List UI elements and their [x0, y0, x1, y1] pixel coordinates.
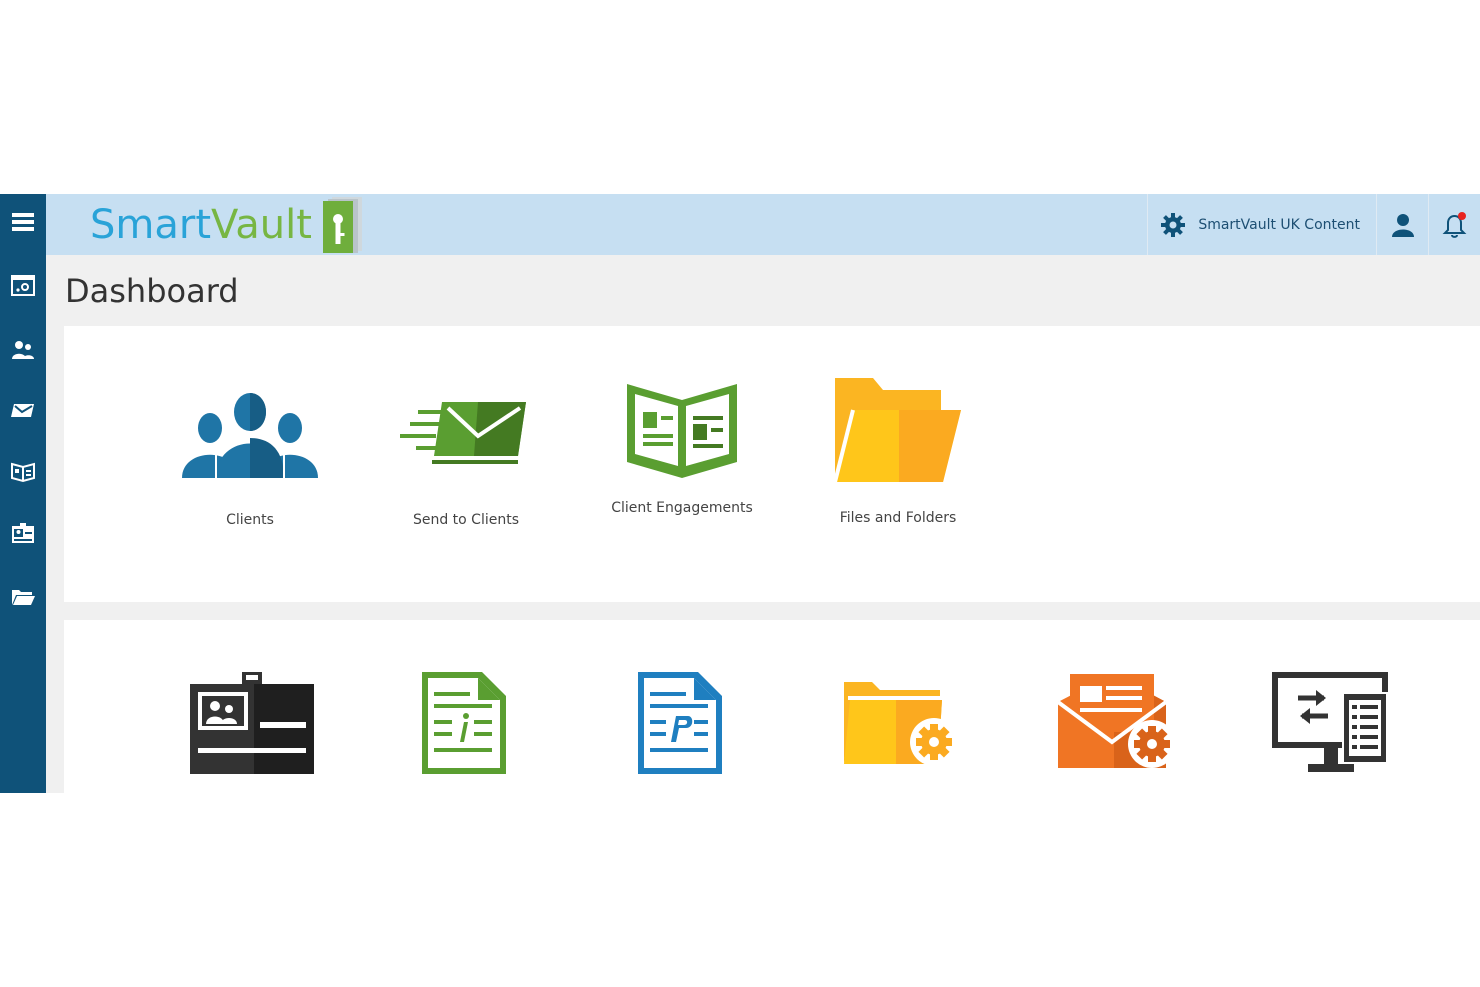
sidebar-item-dashboard[interactable] [0, 266, 46, 306]
tile-folder-settings[interactable] [842, 680, 958, 772]
tile-label-client-engagements: Client Engagements [611, 500, 753, 516]
settings-button[interactable]: SmartVault UK Content [1147, 194, 1376, 255]
sidebar-item-clients[interactable] [0, 330, 46, 370]
bell-icon [1442, 211, 1466, 238]
settings-label: SmartVault UK Content [1198, 216, 1360, 233]
p-document-icon [638, 672, 722, 774]
tile-label-files-and-folders: Files and Folders [839, 510, 957, 526]
top-bar-actions: SmartVault UK Content [1147, 194, 1480, 255]
tile-email-settings[interactable] [1056, 672, 1176, 774]
tile-clients[interactable]: Clients [150, 392, 350, 528]
sidebar-item-send[interactable] [0, 390, 46, 430]
tile-files-and-folders[interactable]: Files and Folders [798, 376, 998, 526]
user-icon [1391, 213, 1414, 237]
dashboard-panel-primary: Clients Send to Clients Client Engagemen… [64, 326, 1480, 602]
sidebar-item-engagements[interactable] [0, 451, 46, 491]
tile-contacts[interactable] [190, 672, 314, 778]
contacts-icon [12, 523, 34, 543]
dashboard-panel-secondary [64, 620, 1480, 793]
clients-icon [12, 341, 34, 359]
notifications-button[interactable] [1428, 194, 1480, 255]
logo-text-smart: Smart [90, 201, 211, 248]
smartvault-logo[interactable]: SmartVault [90, 194, 366, 255]
logo-text-vault: Vault [211, 201, 312, 248]
sidebar [0, 194, 46, 793]
contact-card-icon [190, 672, 314, 774]
tile-send-to-clients[interactable]: Send to Clients [366, 392, 566, 528]
app-window: SmartVault SmartVault UK Content Dashboa… [0, 194, 1480, 793]
gear-icon [1161, 212, 1186, 237]
folder-settings-icon [844, 682, 958, 766]
top-bar: SmartVault SmartVault UK Content [46, 194, 1480, 255]
user-menu-button[interactable] [1376, 194, 1428, 255]
tile-label-send-to-clients: Send to Clients [412, 512, 520, 528]
notification-dot [1457, 211, 1466, 220]
vault-key-icon [322, 196, 362, 253]
send-icon [11, 404, 34, 417]
engagement-book-icon [627, 384, 737, 478]
clients-group-icon [182, 393, 318, 478]
folder-icon [12, 590, 35, 605]
page-title: Dashboard [65, 272, 239, 310]
tile-label-clients: Clients [226, 512, 274, 528]
sidebar-item-folders[interactable] [0, 577, 46, 617]
dashboard-icon [11, 275, 35, 296]
tile-client-engagements[interactable]: Client Engagements [582, 380, 782, 516]
email-settings-icon [1056, 674, 1176, 768]
desktop-sync-icon [1272, 672, 1388, 772]
sidebar-item-menu[interactable] [0, 202, 46, 242]
logo-wordmark: SmartVault [90, 202, 312, 248]
info-document-icon [422, 672, 506, 774]
sidebar-item-contacts[interactable] [0, 514, 46, 554]
folder-open-icon [833, 378, 961, 483]
send-envelope-icon [400, 402, 526, 464]
tile-p-document[interactable] [636, 670, 724, 780]
tile-information-document[interactable] [420, 670, 508, 780]
tile-desktop-sync[interactable] [1272, 672, 1390, 780]
engagements-icon [11, 462, 35, 483]
menu-icon [12, 213, 34, 231]
